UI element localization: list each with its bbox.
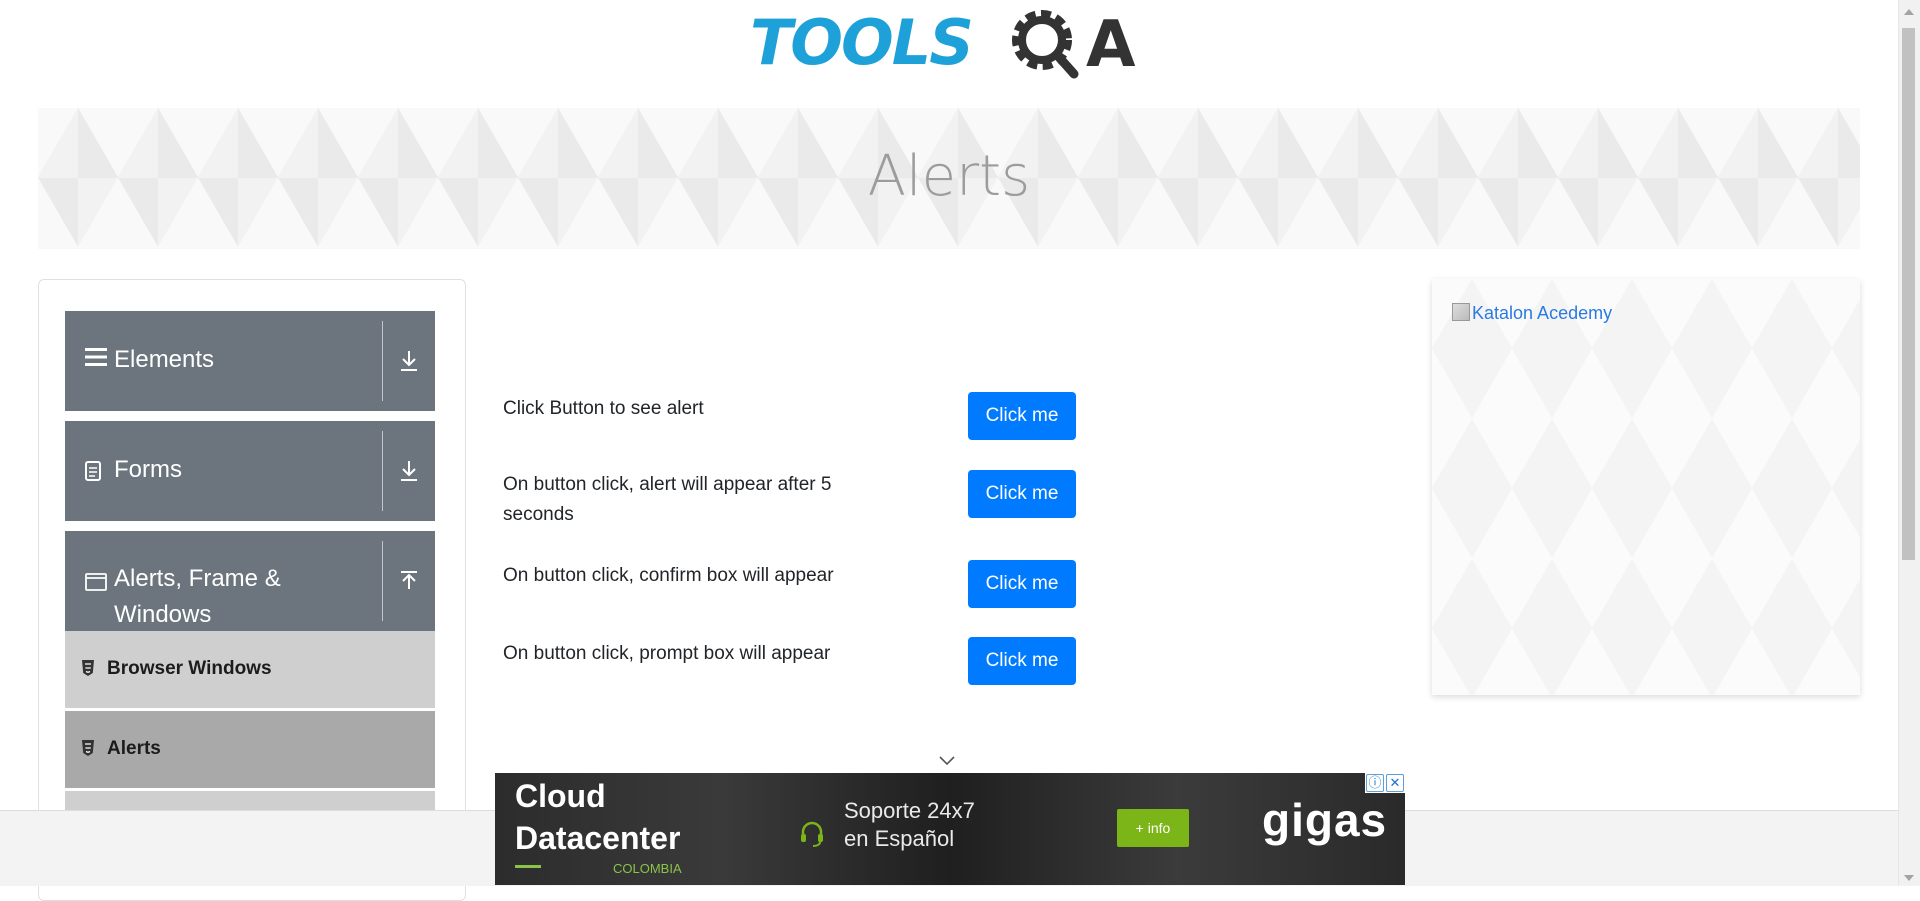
confirm-button[interactable]: Click me [968, 560, 1076, 608]
timer-alert-button[interactable]: Click me [968, 470, 1076, 518]
nav-group-alerts-frame-windows[interactable]: Alerts, Frame & Windows [65, 531, 435, 631]
ad-support-line1: Soporte 24x7 [844, 798, 975, 823]
page-title: Alerts [867, 144, 1031, 209]
gigas-logo: gigas [1262, 794, 1388, 846]
alert-description: Click Button to see alert [503, 398, 704, 419]
html5-icon [81, 739, 95, 757]
scroll-down-arrow-icon[interactable] [1903, 870, 1915, 881]
download-arrow-icon[interactable] [391, 343, 427, 379]
nav-group-elements[interactable]: Elements [65, 311, 435, 411]
ad-headline-line1: Cloud [515, 778, 606, 814]
ad-support-text: Soporte 24x7 en Español [844, 797, 975, 853]
divider [382, 431, 383, 511]
divider [382, 541, 383, 621]
page-banner: Alerts [38, 108, 1860, 249]
download-arrow-icon[interactable] [391, 453, 427, 489]
nav-group-label: Alerts, Frame & [114, 565, 281, 592]
html5-icon [81, 659, 95, 677]
hamburger-icon [85, 347, 107, 373]
ad-country: COLOMBIA [613, 861, 682, 876]
alert-button[interactable]: Click me [968, 392, 1076, 440]
bottom-ad-banner[interactable]: Cloud Datacenter COLOMBIA Soporte 24x7 e… [495, 773, 1405, 885]
ad-info-icon[interactable]: ⓘ [1366, 774, 1384, 792]
nav-group-label-line2: Windows [114, 601, 212, 628]
right-ad-panel: Katalon Acedemy [1432, 279, 1860, 695]
katalon-ad-alt-text: Katalon Acedemy [1472, 303, 1613, 323]
ad-support-line2: en Español [844, 826, 955, 851]
prompt-button[interactable]: Click me [968, 637, 1076, 685]
confirm-description: On button click, confirm box will appear [503, 565, 834, 586]
ad-headline-line2: Datacenter [515, 820, 681, 856]
nav-group-forms[interactable]: Forms [65, 421, 435, 521]
toolsqa-logo[interactable]: TOOLS A [750, 4, 1154, 96]
gear-magnifier-icon [1012, 10, 1079, 79]
ad-headline: Cloud Datacenter [515, 775, 680, 859]
nav-group-label: Forms [114, 456, 182, 483]
document-icon [85, 461, 101, 487]
timer-alert-description-line2: seconds [503, 504, 574, 525]
timer-alert-description: On button click, alert will appear after… [503, 474, 832, 495]
upload-arrow-icon[interactable] [391, 563, 427, 599]
broken-image-icon [1452, 303, 1470, 321]
ad-info-button[interactable]: + info [1117, 809, 1189, 847]
scrollbar-thumb[interactable] [1902, 28, 1915, 560]
nav-group-label: Elements [114, 346, 215, 373]
sidebar-item-alerts[interactable]: Alerts [65, 711, 435, 789]
sidebar-item-label: Browser Windows [107, 658, 272, 679]
logo-a-text: A [1086, 8, 1136, 82]
divider [382, 321, 383, 401]
sidebar-item-browser-windows[interactable]: Browser Windows [65, 631, 435, 709]
chevron-down-icon[interactable] [938, 754, 956, 768]
sidebar-item-label: Alerts [107, 738, 161, 759]
prompt-description: On button click, prompt box will appear [503, 643, 831, 664]
katalon-ad-link[interactable]: Katalon Acedemy [1452, 303, 1612, 324]
headset-icon [797, 818, 827, 848]
logo-tools-text: TOOLS [750, 6, 972, 79]
ad-accent-line [515, 865, 541, 868]
left-sidebar: Elements Forms Alerts, Frame & Windows B [38, 279, 466, 901]
ad-close-icon[interactable]: ✕ [1386, 774, 1404, 792]
window-icon [85, 573, 107, 597]
ad-controls: ⓘ ✕ [1365, 773, 1405, 793]
scroll-up-arrow-icon[interactable] [1903, 4, 1915, 15]
